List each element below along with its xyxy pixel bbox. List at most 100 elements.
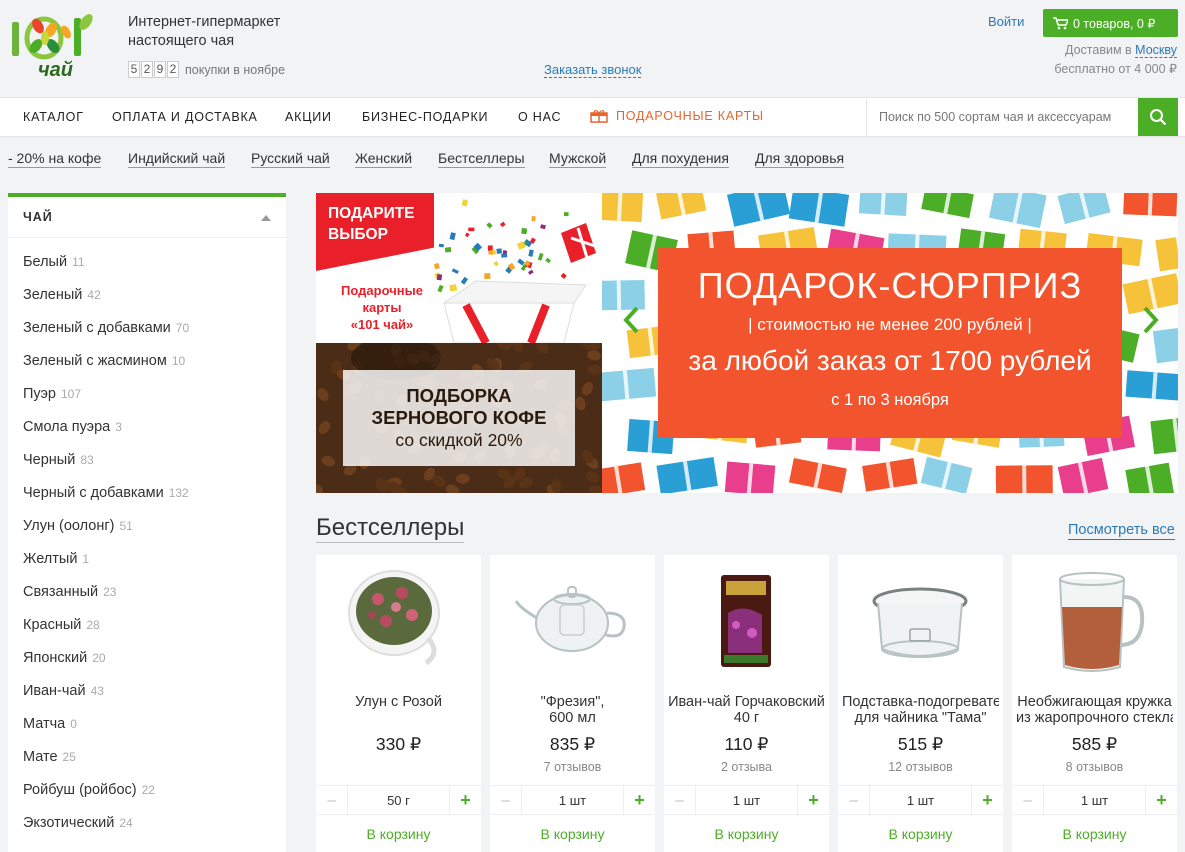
nav-payment-delivery[interactable]: ОПЛАТА И ДОСТАВКА <box>112 110 258 124</box>
search-input[interactable]: Поиск по 500 сортам чая и аксессуарам <box>866 98 1138 136</box>
counter-digit: 2 <box>141 61 153 78</box>
product-card[interactable]: "Фрезия", 600 мл 835 ₽ 7 отзывов – 1 шт … <box>490 555 655 852</box>
login-link[interactable]: Войти <box>988 14 1024 29</box>
sidebar-item-count: 107 <box>60 387 82 401</box>
sidebar-item[interactable]: Пуэр 107 <box>8 378 286 411</box>
quick-link-russian-tea[interactable]: Русский чай <box>251 150 330 168</box>
sidebar-item[interactable]: Зеленый с жасмином 10 <box>8 345 286 378</box>
product-name[interactable]: Улун с Розой <box>320 694 477 710</box>
sidebar-item[interactable]: Ройбуш (ройбос) 22 <box>8 774 286 807</box>
sidebar-list: Белый 11 Зеленый 42 Зеленый с добавками 70 … <box>8 238 286 840</box>
quick-link-coffee-sale[interactable]: - 20% на кофе <box>8 150 102 168</box>
teapot-image <box>514 586 626 652</box>
sidebar-item[interactable]: Иван-чай 43 <box>8 675 286 708</box>
sidebar-item-count: 0 <box>70 717 77 731</box>
quick-link-mens[interactable]: Мужской <box>549 150 607 168</box>
product-name[interactable]: Иван-чай Горчаковский 40 г <box>668 694 825 726</box>
sidebar-item[interactable]: Зеленый 42 <box>8 279 286 312</box>
nav-promotions[interactable]: АКЦИИ <box>285 110 332 124</box>
sidebar-item[interactable]: Мате 25 <box>8 741 286 774</box>
product-reviews[interactable]: 8 отзывов <box>1012 760 1177 774</box>
sidebar-item[interactable]: Смола пуэра 3 <box>8 411 286 444</box>
quantity-plus-button[interactable]: + <box>971 786 1003 814</box>
sidebar-item[interactable]: Экзотический 24 <box>8 807 286 840</box>
see-all-link[interactable]: Посмотреть все <box>1068 522 1175 540</box>
quantity-plus-button[interactable]: + <box>623 786 655 814</box>
search-icon <box>1150 109 1167 126</box>
sidebar-item[interactable]: Черный 83 <box>8 444 286 477</box>
product-name[interactable]: "Фрезия", 600 мл <box>494 694 651 726</box>
callback-link[interactable]: Заказать звонок <box>544 62 642 78</box>
quick-link-bestsellers[interactable]: Бестселлеры <box>438 150 525 168</box>
product-name-line-2: 40 г <box>733 710 760 726</box>
collapse-arrow-icon[interactable] <box>261 215 271 221</box>
product-reviews[interactable]: 7 отзывов <box>490 760 655 774</box>
cart-button[interactable]: 0 товаров, 0 ₽ <box>1043 9 1178 37</box>
product-card[interactable]: Иван-чай Горчаковский 40 г 110 ₽ 2 отзыв… <box>664 555 829 852</box>
quantity-plus-button[interactable]: + <box>797 786 829 814</box>
nav-business-gifts[interactable]: БИЗНЕС-ПОДАРКИ <box>362 110 488 124</box>
sidebar-item[interactable]: Желтый 1 <box>8 543 286 576</box>
main-slider[interactable]: ПОДАРОК-СЮРПРИЗ | стоимостью не менее 20… <box>602 193 1178 493</box>
product-price: 835 ₽ <box>549 734 596 754</box>
quantity-minus-button[interactable]: – <box>838 786 870 814</box>
sidebar-item[interactable]: Японский 20 <box>8 642 286 675</box>
add-to-cart-button[interactable]: В корзину <box>490 815 655 852</box>
sidebar-item[interactable]: Связанный 23 <box>8 576 286 609</box>
promo-gift-cards[interactable]: ПОДАРИТЕ ВЫБОР Подарочные карты «101 чай… <box>316 193 602 343</box>
product-reviews[interactable]: 2 отзыва <box>664 760 829 774</box>
sidebar-item-label: Иван-чай <box>23 683 86 699</box>
product-card[interactable]: Улун с Розой 330 ₽ – 50 г + В корзину <box>316 555 481 852</box>
quantity-minus-button[interactable]: – <box>490 786 522 814</box>
sidebar-item[interactable]: Зеленый с добавками 70 <box>8 312 286 345</box>
slider-panel: ПОДАРОК-СЮРПРИЗ | стоимостью не менее 20… <box>658 248 1122 438</box>
delivery-city-link[interactable]: Москву <box>1135 43 1177 58</box>
product-name-line-2: из жаропрочного стекла <box>1016 710 1173 726</box>
product-name[interactable]: Подставка-подогреватель для чайника "Там… <box>842 694 999 726</box>
tagline-line-2: настоящего чая <box>128 33 235 49</box>
quantity-stepper: – 1 шт + <box>490 785 655 815</box>
sidebar-item-count: 11 <box>72 255 85 269</box>
bestsellers-title: Бестселлеры <box>316 514 465 543</box>
add-to-cart-button[interactable]: В корзину <box>838 815 1003 852</box>
sidebar-item[interactable]: Красный 28 <box>8 609 286 642</box>
nav-catalog[interactable]: КАТАЛОГ <box>23 110 84 124</box>
add-to-cart-button[interactable]: В корзину <box>1012 815 1177 852</box>
quick-link-womens[interactable]: Женский <box>355 150 413 168</box>
promo-gift-text-line-2: карты <box>362 300 402 315</box>
sidebar-item[interactable]: Белый 11 <box>8 246 286 279</box>
sidebar-item[interactable]: Матча 0 <box>8 708 286 741</box>
slider-next-icon[interactable] <box>1140 306 1160 334</box>
quick-link-weight-loss[interactable]: Для похудения <box>632 150 729 168</box>
product-name-line-1: Подставка-подогреватель <box>842 694 999 710</box>
product-card[interactable]: Необжигающая кружка из жаропрочного стек… <box>1012 555 1177 852</box>
product-price: 515 ₽ <box>897 734 944 754</box>
slider-prev-icon[interactable] <box>622 306 642 334</box>
quantity-plus-button[interactable]: + <box>1145 786 1177 814</box>
promo-coffee-box: ПОДБОРКА ЗЕРНОВОГО КОФЕ со скидкой 20% <box>343 370 575 466</box>
product-card[interactable]: Подставка-подогреватель для чайника "Там… <box>838 555 1003 852</box>
add-to-cart-button[interactable]: В корзину <box>316 815 481 852</box>
quantity-minus-button[interactable]: – <box>664 786 696 814</box>
logo[interactable]: чай <box>8 8 104 84</box>
search-button[interactable] <box>1138 98 1178 136</box>
quantity-minus-button[interactable]: – <box>1012 786 1044 814</box>
add-to-cart-button[interactable]: В корзину <box>664 815 829 852</box>
nav-gift-cards[interactable]: ПОДАРОЧНЫЕ КАРТЫ <box>590 109 764 123</box>
promo-coffee[interactable]: ПОДБОРКА ЗЕРНОВОГО КОФЕ со скидкой 20% <box>316 343 602 493</box>
quantity-value: 1 шт <box>558 792 587 808</box>
quantity-plus-button[interactable]: + <box>449 786 481 814</box>
quantity-stepper: – 50 г + <box>316 785 481 815</box>
nav-about[interactable]: О НАС <box>518 110 561 124</box>
quick-link-indian-tea[interactable]: Индийский чай <box>128 150 226 168</box>
sidebar-item[interactable]: Черный с добавками 132 <box>8 477 286 510</box>
product-reviews[interactable]: 12 отзывов <box>838 760 1003 774</box>
quick-link-health[interactable]: Для здоровья <box>755 150 845 168</box>
product-price: 330 ₽ <box>375 734 422 754</box>
main-nav: КАТАЛОГ ОПЛАТА И ДОСТАВКА АКЦИИ БИЗНЕС-П… <box>0 97 1185 137</box>
product-name[interactable]: Необжигающая кружка из жаропрочного стек… <box>1016 694 1173 726</box>
sidebar-header[interactable]: ЧАЙ <box>8 197 286 238</box>
quantity-minus-button[interactable]: – <box>316 786 348 814</box>
sidebar-item[interactable]: Улун (оолонг) 51 <box>8 510 286 543</box>
sidebar-item-count: 42 <box>87 288 101 302</box>
